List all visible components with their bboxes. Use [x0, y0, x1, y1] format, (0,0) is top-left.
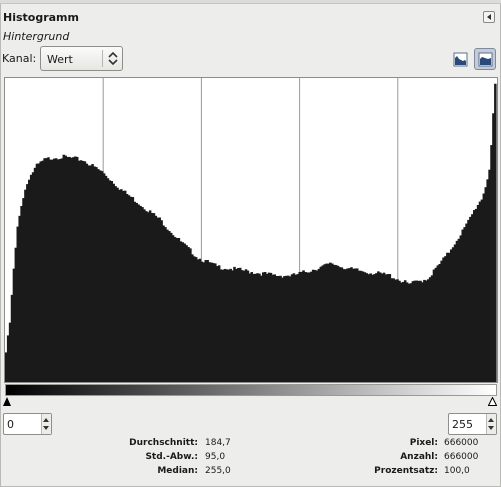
- std-dev-value: 95,0: [205, 452, 226, 462]
- std-dev-label: Std.-Abw.:: [145, 452, 198, 462]
- range-end-handle[interactable]: [488, 397, 497, 406]
- channel-selected-value: Wert: [47, 53, 73, 66]
- count-value: 666000: [444, 452, 479, 462]
- pixels-label: Pixel:: [409, 438, 438, 448]
- median-label: Median:: [157, 466, 198, 476]
- increment-icon[interactable]: [488, 418, 494, 422]
- range-high-spin-buttons[interactable]: [486, 414, 496, 434]
- logarithmic-histogram-button[interactable]: [474, 48, 496, 70]
- histogram-bar: [494, 83, 497, 382]
- value-gradient-bar: [5, 384, 497, 396]
- panel-top-edge: [0, 0, 501, 4]
- channel-label: Kanal:: [2, 52, 37, 65]
- logarithmic-histogram-icon: [478, 52, 493, 67]
- pixels-value: 666000: [444, 438, 479, 448]
- histogram-graph[interactable]: [4, 77, 498, 383]
- range-low-spinner[interactable]: [3, 413, 52, 435]
- linear-histogram-icon: [453, 52, 468, 67]
- panel-menu-button[interactable]: [483, 11, 495, 23]
- decrement-icon[interactable]: [488, 426, 494, 430]
- range-high-input[interactable]: [452, 417, 482, 431]
- percentile-value: 100,0: [444, 466, 470, 476]
- increment-icon[interactable]: [43, 418, 49, 422]
- range-high-spinner[interactable]: [448, 413, 497, 435]
- histogram-chart: [5, 78, 497, 382]
- select-separator: [102, 50, 103, 67]
- mean-value: 184,7: [205, 438, 231, 448]
- updown-arrows-icon: [108, 51, 118, 66]
- percentile-label: Prozentsatz:: [374, 466, 438, 476]
- range-low-spin-buttons[interactable]: [41, 414, 51, 434]
- layer-name: Hintergrund: [3, 30, 70, 43]
- range-low-input[interactable]: [7, 417, 37, 431]
- count-label: Anzahl:: [400, 452, 438, 462]
- mean-label: Durchschnitt:: [129, 438, 198, 448]
- linear-histogram-button[interactable]: [449, 48, 471, 70]
- range-start-handle[interactable]: [3, 397, 11, 406]
- panel-title: Histogramm: [3, 11, 79, 24]
- decrement-icon[interactable]: [43, 426, 49, 430]
- channel-select[interactable]: Wert: [40, 46, 123, 71]
- median-value: 255,0: [205, 466, 231, 476]
